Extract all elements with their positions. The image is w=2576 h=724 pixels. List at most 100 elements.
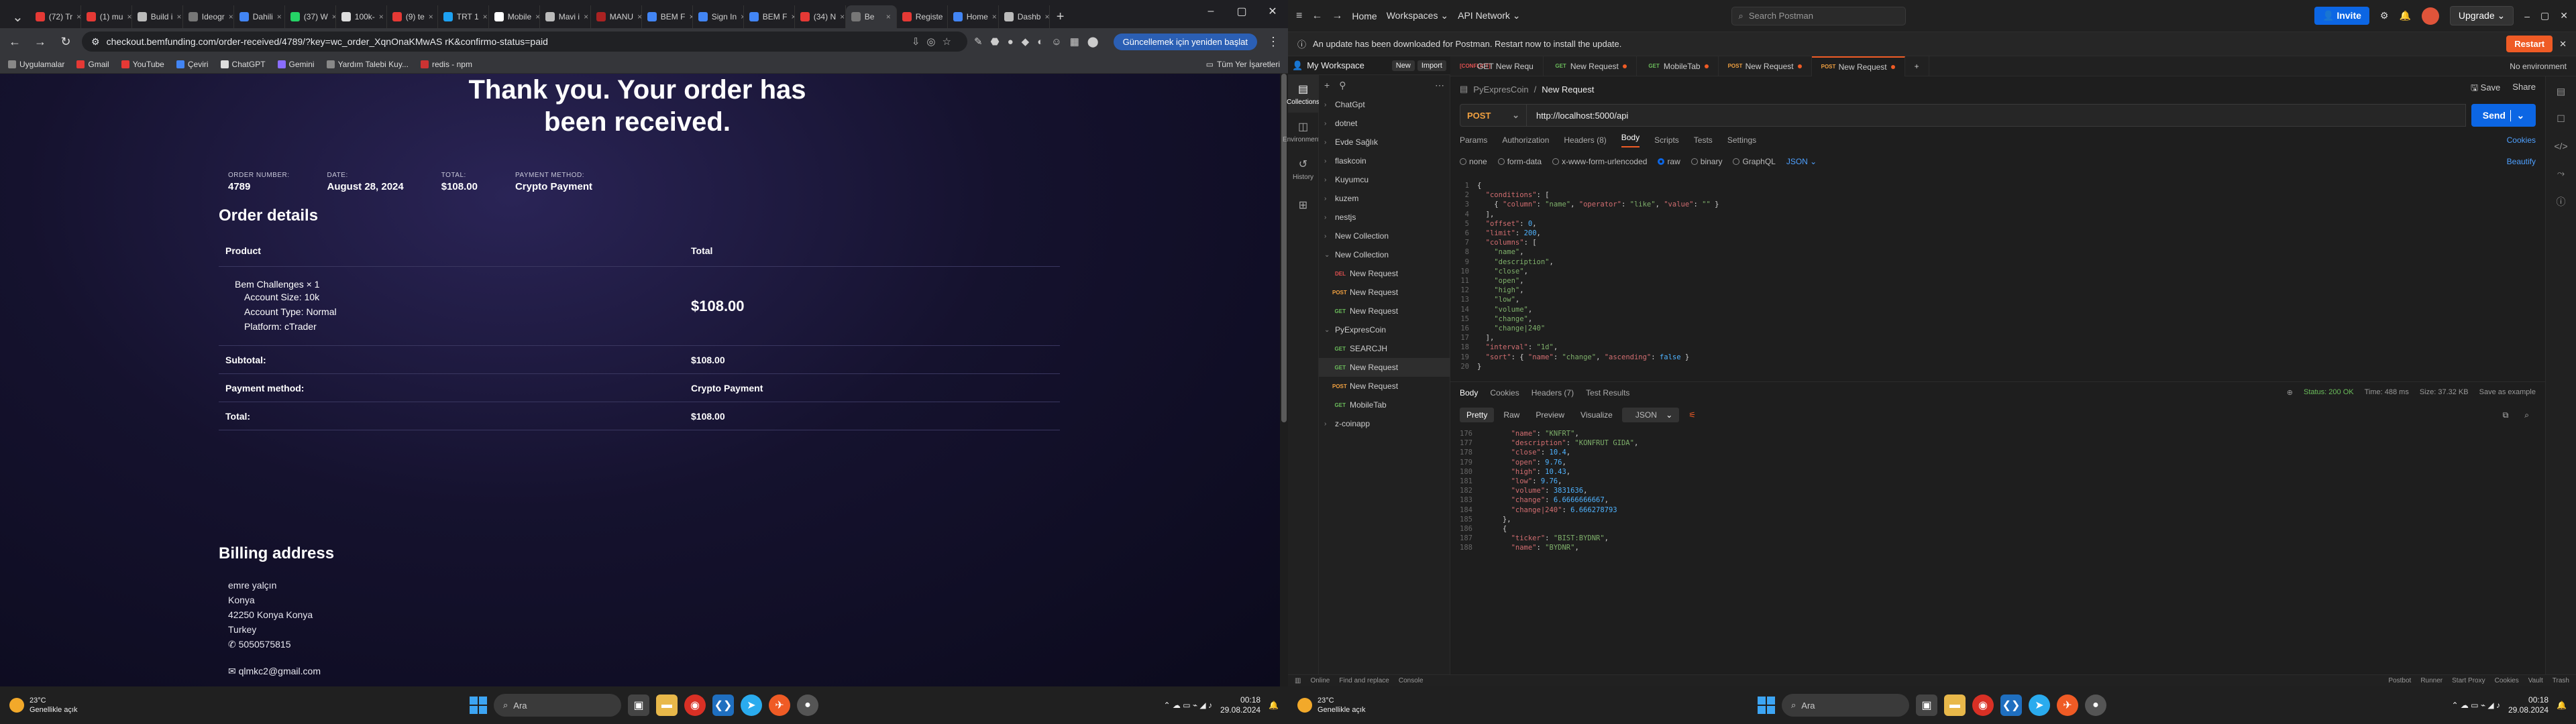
update-button[interactable]: Güncellemek için yeniden başlat [1113, 33, 1257, 50]
request-item[interactable]: GET SEARCJH [1319, 339, 1450, 358]
close-banner-icon[interactable]: ✕ [2559, 39, 2567, 50]
request-item[interactable]: GET MobileTab [1319, 396, 1450, 414]
collection-folder[interactable]: › New Collection [1319, 227, 1450, 245]
restart-button[interactable]: Restart [2506, 36, 2553, 52]
save-button[interactable]: 🖫 Save [2471, 82, 2500, 97]
browser-tab[interactable]: TRT 1 × [438, 5, 489, 28]
close-button[interactable]: ✕ [1257, 0, 1288, 23]
tab-scripts[interactable]: Scripts [1654, 135, 1679, 145]
browser-tab[interactable]: Mavi i × [540, 5, 591, 28]
minimize-button[interactable]: – [2524, 11, 2530, 21]
upgrade-button[interactable]: Upgrade ⌄ [2449, 6, 2514, 25]
taskbar-search[interactable]: ⌕ Ara [1782, 694, 1909, 717]
rail-item[interactable]: ⊞ [1288, 188, 1318, 225]
browser-tab[interactable]: Dahili × [234, 5, 285, 28]
task-view-icon[interactable]: ▣ [628, 695, 649, 716]
notification-icon[interactable]: 🔔 [1269, 701, 1279, 710]
bookmark-item[interactable]: ChatGPT [220, 60, 266, 69]
api-network-menu[interactable]: API Network ⌄ [1458, 10, 1520, 21]
postman-icon[interactable]: ✈ [769, 695, 790, 716]
maximize-button[interactable]: ▢ [2540, 10, 2549, 21]
browser-tab[interactable]: Registe× [897, 5, 948, 28]
bookmark-item[interactable]: Yardım Talebi Kuy... [326, 60, 409, 69]
bookmark-item[interactable]: Çeviri [176, 60, 209, 69]
task-view-icon[interactable]: ▣ [1916, 695, 1937, 716]
import-button[interactable]: Import [1417, 60, 1446, 71]
request-item[interactable]: POST New Request [1319, 283, 1450, 302]
close-tab-icon[interactable]: × [429, 12, 433, 21]
browser-tab[interactable]: BEM F× [744, 5, 795, 28]
github-icon[interactable]: ● [2085, 695, 2106, 716]
browser-tab[interactable]: Build i × [132, 5, 183, 28]
body-option-raw[interactable]: raw [1658, 157, 1680, 166]
body-option-xwwwformurlencoded[interactable]: x-www-form-urlencoded [1552, 157, 1647, 166]
invite-button[interactable]: 👤 Invite [2314, 7, 2369, 25]
request-tab[interactable]: GET MobileTab [1637, 56, 1719, 76]
forward-icon[interactable]: → [31, 35, 50, 49]
postman-icon[interactable]: ✈ [2057, 695, 2078, 716]
view-visualize[interactable]: Visualize [1574, 408, 1619, 422]
chrome-icon[interactable]: ◉ [1972, 695, 1994, 716]
settings-icon[interactable]: ⚙ [2380, 10, 2389, 21]
comments-icon[interactable]: ☐ [2557, 113, 2565, 125]
response-body-viewer[interactable]: 176 "name": "KNFRT", 177 "description": "… [1460, 429, 2545, 553]
status-online[interactable]: Online [1310, 677, 1330, 684]
rail-item[interactable]: ↺ History [1288, 150, 1318, 188]
collection-folder[interactable]: › Kuyumcu [1319, 170, 1450, 189]
tab-params[interactable]: Params [1460, 135, 1487, 145]
collection-folder[interactable]: › nestjs [1319, 208, 1450, 227]
status-console[interactable]: Console [1399, 677, 1424, 684]
body-option-binary[interactable]: binary [1690, 157, 1722, 166]
request-tab[interactable]: GET New Request [1544, 56, 1637, 76]
collection-folder[interactable]: › Evde Sağlık [1319, 133, 1450, 152]
body-option-none[interactable]: none [1460, 157, 1487, 166]
close-tab-icon[interactable]: × [127, 12, 131, 21]
rail-item[interactable]: ▤ Collections [1287, 75, 1320, 113]
close-tab-icon[interactable]: × [584, 12, 588, 21]
all-bookmarks[interactable]: ▭ Tüm Yer İşaretleri [1206, 60, 1280, 69]
bookmark-item[interactable]: YouTube [121, 60, 164, 69]
browser-tab[interactable]: (34) N × [795, 5, 846, 28]
browser-tab[interactable]: Home × [948, 5, 999, 28]
close-tab-icon[interactable]: × [886, 12, 891, 21]
info-icon[interactable]: ⓘ [2557, 195, 2566, 208]
back-icon[interactable]: ← [5, 35, 24, 49]
body-option-formdata[interactable]: form-data [1497, 157, 1542, 166]
github-icon[interactable]: ● [797, 695, 818, 716]
close-tab-icon[interactable]: × [637, 12, 641, 21]
save-example-button[interactable]: Save as example [2479, 388, 2536, 397]
start-icon[interactable] [470, 697, 487, 714]
beautify-button[interactable]: Beautify [2507, 157, 2536, 166]
workspaces-menu[interactable]: Workspaces ⌄ [1387, 10, 1448, 21]
search-icon[interactable]: ⌕ [2518, 408, 2536, 423]
bookmark-item[interactable]: Gmail [76, 60, 109, 69]
bookmark-item[interactable]: Gemini [277, 60, 315, 69]
new-tab-icon[interactable]: + [1905, 56, 1929, 76]
back-icon[interactable]: ← [1311, 10, 1322, 22]
tray-icons[interactable]: ⌃ ☁ ▭ ⌁ ◢ ♪ [2451, 701, 2500, 710]
tray-icons[interactable]: ⌃ ☁ ▭ ⌁ ◢ ♪ [1163, 701, 1212, 710]
environment-select[interactable]: No environment [2510, 62, 2576, 71]
request-item[interactable]: GET New Request [1319, 302, 1450, 320]
method-select[interactable]: POST ⌄ [1460, 104, 1527, 127]
view-pretty[interactable]: Pretty [1460, 408, 1495, 422]
status-findandreplace[interactable]: Find and replace [1339, 677, 1389, 684]
response-tab[interactable]: Test Results [1586, 388, 1629, 398]
collection-folder[interactable]: › z-coinapp [1319, 414, 1450, 433]
browser-tab[interactable]: (72) Tr × [30, 5, 81, 28]
file-explorer-icon[interactable]: ▬ [1944, 695, 1966, 716]
send-button[interactable]: Send │ ⌄ [2471, 104, 2536, 127]
scroll-thumb[interactable] [1281, 74, 1287, 422]
home-link[interactable]: Home [1352, 11, 1377, 21]
share-button[interactable]: Share [2512, 82, 2536, 97]
copy-icon[interactable]: ⧉ [2496, 408, 2516, 423]
telegram-icon[interactable]: ➤ [2029, 695, 2050, 716]
view-raw[interactable]: Raw [1497, 408, 1526, 422]
body-format-select[interactable]: JSON ⌄ [1786, 157, 1817, 166]
minimize-button[interactable]: – [1195, 0, 1226, 23]
request-item[interactable]: POST New Request [1319, 377, 1450, 396]
weather-widget[interactable]: 23°C Genellikle açık [9, 696, 78, 715]
request-tab[interactable]: POST New Request [1811, 56, 1905, 76]
close-tab-icon[interactable]: × [176, 12, 181, 21]
notification-icon[interactable]: 🔔 [2557, 701, 2567, 710]
